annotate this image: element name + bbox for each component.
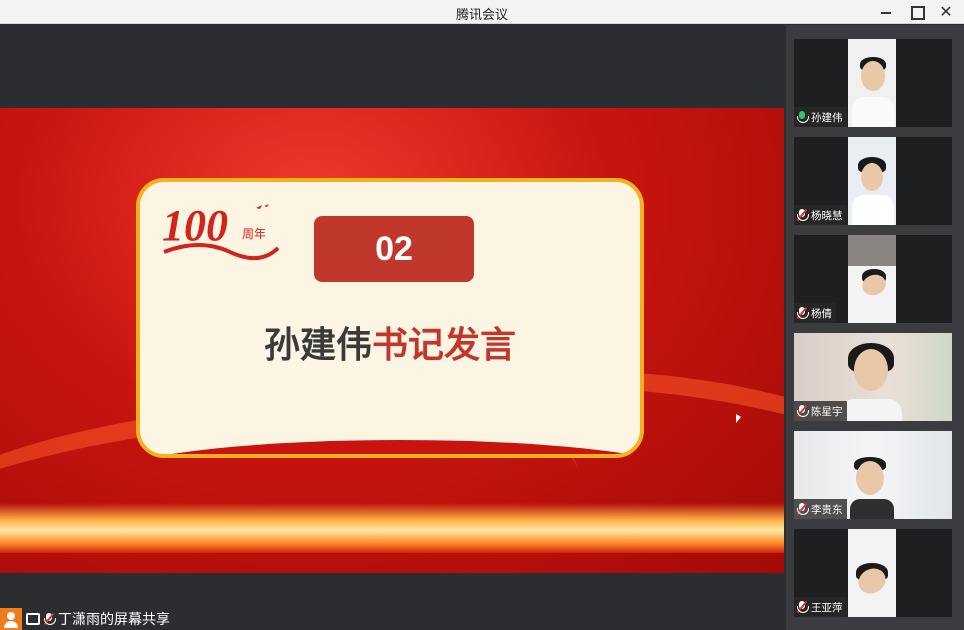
participant-label: 杨倩 bbox=[794, 303, 836, 323]
microphone-muted-icon bbox=[796, 208, 809, 222]
slide-heading: 孙建伟书记发言 bbox=[140, 316, 640, 368]
participant-name: 陈星宇 bbox=[811, 405, 843, 418]
minimize-button[interactable] bbox=[876, 2, 896, 22]
100-anniversary-logo: 100 周年 bbox=[162, 201, 280, 260]
participant-name: 杨晓慧 bbox=[811, 209, 843, 222]
participant-label: 孙建伟 bbox=[794, 107, 847, 127]
user-icon[interactable] bbox=[0, 608, 22, 630]
participant-label: 陈星宇 bbox=[794, 401, 847, 421]
share-label: 丁潇雨的屏幕共享 bbox=[22, 608, 176, 630]
logo-number: 100 bbox=[162, 201, 228, 250]
microphone-muted-icon bbox=[796, 502, 809, 516]
maximize-button[interactable] bbox=[906, 2, 926, 22]
microphone-muted-icon bbox=[796, 600, 809, 614]
participant-tile[interactable]: 王亚萍 bbox=[794, 529, 952, 617]
participant-label: 李贵东 bbox=[794, 499, 847, 519]
heading-suffix: 书记发言 bbox=[372, 325, 517, 366]
participant-label: 杨晓慧 bbox=[794, 205, 847, 225]
microphone-muted-icon bbox=[43, 612, 56, 626]
screen-share-indicator[interactable]: 丁潇雨的屏幕共享 bbox=[0, 608, 176, 630]
title-card: 100 周年 02 孙建伟书记发言 bbox=[136, 178, 644, 458]
card-sweep-decoration bbox=[140, 440, 640, 454]
logo-suffix: 周年 bbox=[242, 227, 266, 241]
mouse-cursor-icon bbox=[736, 414, 741, 423]
participant-name: 李贵东 bbox=[811, 503, 843, 516]
screen-share-icon bbox=[26, 613, 40, 625]
participant-label: 王亚萍 bbox=[794, 597, 847, 617]
microphone-muted-icon bbox=[796, 404, 809, 418]
participant-name: 孙建伟 bbox=[811, 111, 843, 124]
participant-tile[interactable]: 陈星宇 bbox=[794, 333, 952, 421]
shared-screen-stage[interactable]: 100 周年 02 孙建伟书记发言 bbox=[0, 25, 784, 630]
window-title: 腾讯会议 bbox=[455, 8, 508, 23]
participant-tile[interactable]: 杨倩 bbox=[794, 235, 952, 323]
participant-video bbox=[848, 235, 896, 323]
share-owner-text: 丁潇雨的屏幕共享 bbox=[58, 612, 170, 628]
speaker-name: 孙建伟 bbox=[263, 325, 372, 366]
presentation-slide: 100 周年 02 孙建伟书记发言 bbox=[0, 108, 784, 573]
participant-video bbox=[848, 137, 896, 225]
microphone-muted-icon bbox=[796, 306, 809, 320]
title-bar: 腾讯会议 ✕ bbox=[0, 0, 964, 24]
close-button[interactable]: ✕ bbox=[936, 2, 956, 22]
participant-tile[interactable]: 李贵东 bbox=[794, 431, 952, 519]
microphone-on-icon bbox=[796, 111, 809, 123]
section-number-badge: 02 bbox=[314, 216, 474, 282]
participant-name: 杨倩 bbox=[811, 307, 832, 320]
participant-tile[interactable]: 孙建伟 bbox=[794, 39, 952, 127]
participant-video bbox=[848, 529, 896, 617]
participant-tile[interactable]: 杨晓慧 bbox=[794, 137, 952, 225]
participant-name: 王亚萍 bbox=[811, 601, 843, 614]
light-streak-decoration bbox=[0, 503, 784, 553]
participant-sidebar[interactable]: 孙建伟 杨晓慧 杨倩 陈星宇 李贵东 王亚萍 bbox=[786, 25, 964, 630]
participant-video bbox=[848, 39, 896, 127]
